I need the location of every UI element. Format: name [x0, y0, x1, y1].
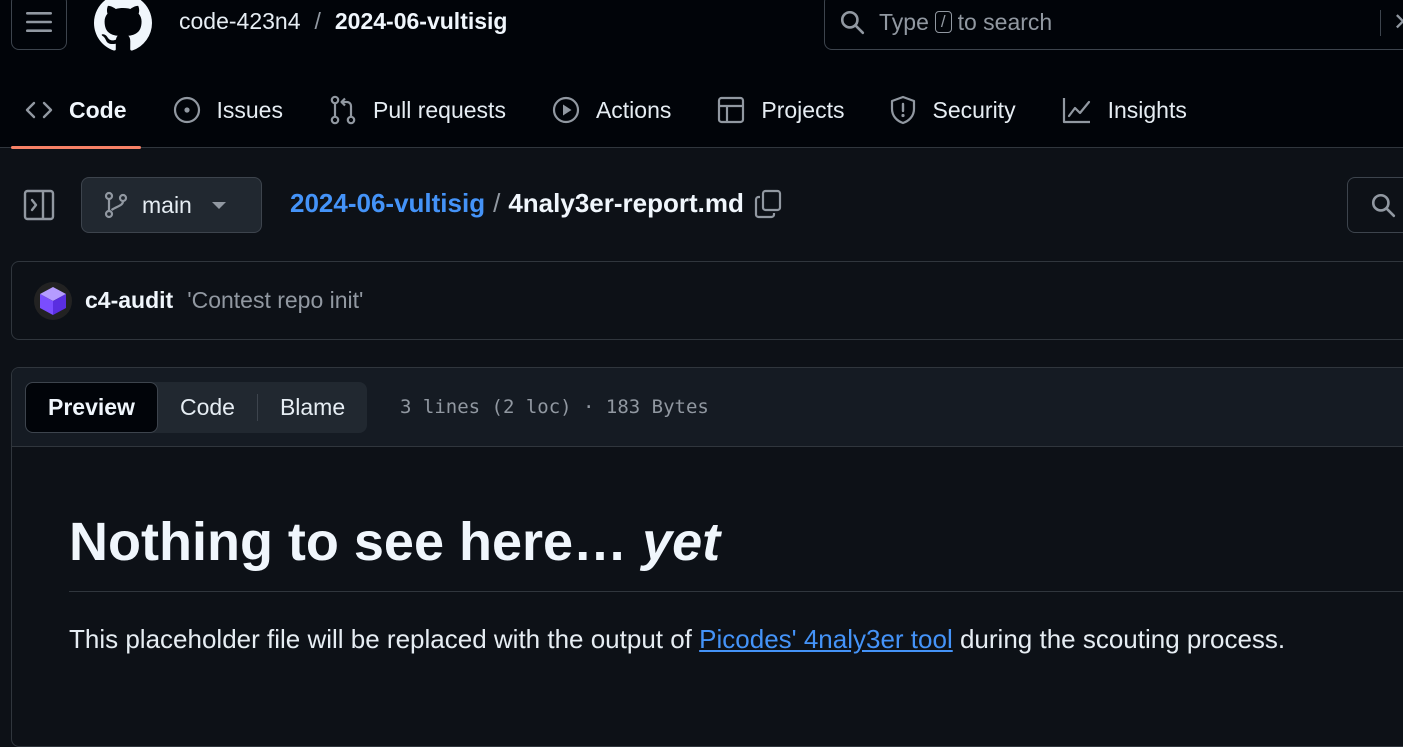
code-button[interactable]: Code [158, 382, 257, 433]
hamburger-icon [26, 12, 52, 32]
search-prefix: Type [879, 8, 929, 35]
copy-icon[interactable] [754, 189, 782, 219]
commit-message[interactable]: 'Contest repo init' [187, 287, 363, 314]
path-repo-link[interactable]: 2024-06-vultisig [290, 188, 485, 219]
cube-logo-icon [40, 286, 66, 315]
avatar[interactable] [34, 281, 72, 320]
search-icon [1371, 193, 1396, 218]
repo-breadcrumb: code-423n4 / 2024-06-vultisig [179, 8, 507, 35]
tab-label: Issues [216, 96, 283, 123]
git-branch-icon [104, 191, 128, 219]
page-title: Nothing to see here… yet [69, 511, 720, 573]
side-panel-toggle-button[interactable] [22, 188, 56, 222]
preview-button[interactable]: Preview [25, 382, 158, 433]
tab-label: Code [69, 96, 127, 123]
play-icon [552, 96, 580, 124]
app-header: code-423n4 / 2024-06-vultisig Type / to … [0, 0, 1403, 149]
tab-projects[interactable]: Projects [703, 72, 858, 148]
file-name: 4naly3er-report.md [508, 188, 744, 218]
tab-issues[interactable]: Issues [159, 72, 297, 148]
repo-nav-tabs: Code Issues Pull requests Actions Projec… [11, 72, 1219, 149]
search-suffix: to search [957, 8, 1053, 35]
sidebar-expand-icon [23, 189, 55, 221]
table-icon [718, 96, 745, 124]
code-icon [25, 101, 53, 119]
tab-code[interactable]: Code [11, 72, 141, 149]
repo-link[interactable]: 2024-06-vultisig [335, 8, 508, 35]
search-placeholder: Type / to search [879, 9, 1052, 36]
tab-label: Pull requests [372, 96, 506, 123]
heading-text: Nothing to see here… [69, 512, 628, 572]
file-view: Preview Code Blame 3 lines (2 loc) · 183… [11, 367, 1403, 747]
git-pull-request-icon [330, 95, 356, 125]
heading-divider [69, 591, 1403, 592]
tab-label: Projects [761, 96, 845, 123]
file-header: Preview Code Blame 3 lines (2 loc) · 183… [12, 368, 1403, 447]
menu-button[interactable] [11, 0, 67, 50]
close-icon[interactable]: ✕ [1393, 11, 1403, 35]
search-divider [1380, 10, 1381, 36]
paragraph-text-after: during the scouting process. [959, 624, 1286, 654]
commit-author[interactable]: c4-audit [85, 287, 173, 314]
breadcrumb-separator: / [314, 8, 321, 34]
shield-icon [891, 95, 916, 125]
tab-pull-requests[interactable]: Pull requests [315, 72, 520, 148]
search-icon [840, 10, 865, 35]
file-search-button[interactable] [1347, 177, 1403, 233]
view-mode-segmented-control: Preview Code Blame [25, 382, 368, 433]
blame-button[interactable]: Blame [258, 382, 367, 433]
tab-insights[interactable]: Insights [1048, 72, 1201, 148]
tab-security[interactable]: Security [876, 72, 1029, 148]
owner-link[interactable]: code-423n4 [179, 8, 301, 35]
picodes-tool-link[interactable]: Picodes' 4naly3er tool [699, 624, 953, 654]
caret-down-icon [211, 201, 226, 209]
graph-icon [1062, 98, 1090, 124]
tab-label: Actions [595, 96, 672, 123]
latest-commit-box: c4-audit 'Contest repo init' [11, 261, 1403, 340]
heading-emphasis: yet [642, 512, 721, 572]
branch-name: main [142, 191, 192, 218]
branch-selector-button[interactable]: main [81, 177, 262, 233]
issue-opened-icon [173, 96, 200, 124]
path-separator: / [493, 188, 501, 218]
file-path-breadcrumb: 2024-06-vultisig / 4naly3er-report.md [290, 188, 782, 219]
paragraph-text-before: This placeholder file will be replaced w… [69, 624, 692, 654]
tab-actions[interactable]: Actions [538, 72, 685, 148]
github-logo-icon[interactable] [94, 0, 152, 52]
search-shortcut-key: / [934, 11, 952, 33]
file-meta: 3 lines (2 loc) · 183 Bytes [400, 396, 709, 418]
paragraph: This placeholder file will be replaced w… [69, 624, 1285, 655]
search-input[interactable]: Type / to search [824, 0, 1403, 50]
tab-label: Security [932, 96, 1016, 123]
tab-label: Insights [1107, 96, 1187, 123]
